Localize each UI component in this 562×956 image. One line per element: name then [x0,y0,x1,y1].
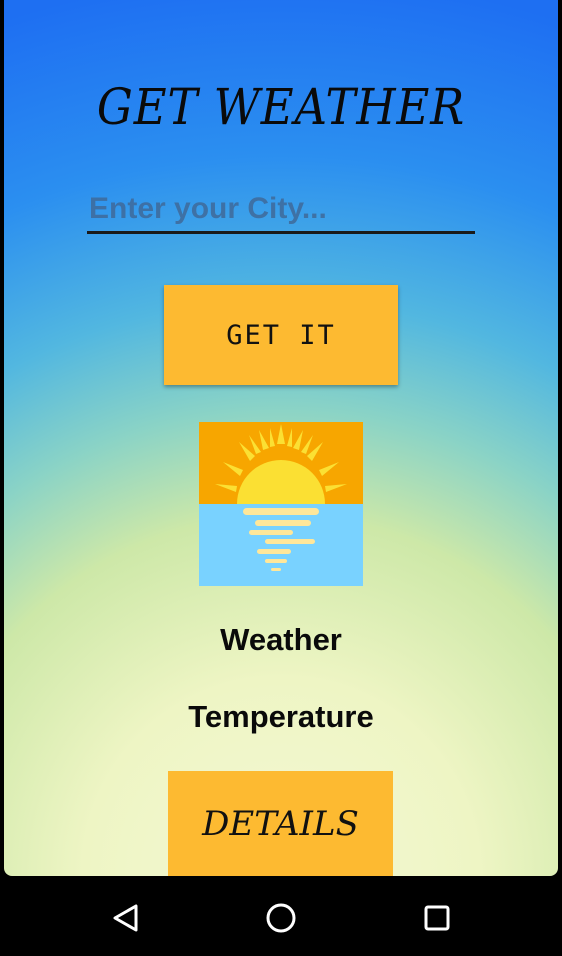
app-title: GET WEATHER [96,78,466,136]
temperature-label: Temperature [188,699,374,734]
back-triangle-icon[interactable] [96,894,156,942]
get-it-button[interactable]: GET IT [164,285,398,385]
app-screen: GET WEATHER GET IT [4,0,558,876]
details-button[interactable]: DETAILS [168,771,393,876]
system-navigation-bar [0,880,562,956]
home-circle-icon[interactable] [251,894,311,942]
city-input[interactable] [87,186,475,234]
recents-square-icon[interactable] [407,894,467,942]
sunset-over-water-icon [199,422,363,586]
weather-label: Weather [220,622,342,657]
